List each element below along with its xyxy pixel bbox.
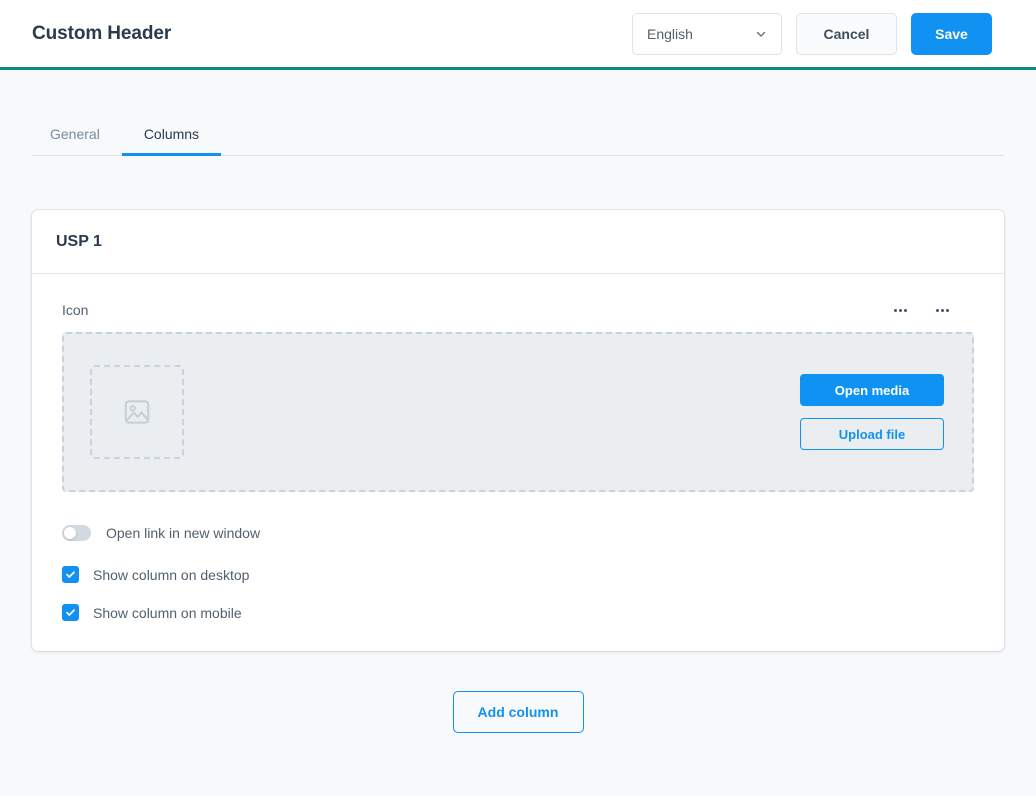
page-title: Custom Header (32, 22, 172, 44)
app-header: Custom Header English Cancel Save (0, 0, 1036, 70)
media-dropzone[interactable]: Open media Upload file (62, 332, 974, 492)
dot (893, 308, 897, 312)
open-link-new-window-toggle[interactable] (62, 525, 91, 541)
toggle-knob (64, 527, 76, 539)
tab-general[interactable]: General (32, 126, 122, 155)
icon-field-row: Icon (62, 300, 974, 320)
show-on-mobile-checkbox[interactable] (62, 604, 79, 621)
upload-file-button[interactable]: Upload file (800, 418, 944, 450)
language-select-value: English (647, 25, 693, 42)
media-actions: Open media Upload file (800, 374, 944, 450)
show-on-desktop-label: Show column on desktop (93, 566, 250, 583)
cancel-button[interactable]: Cancel (796, 12, 897, 55)
row-menu-group (890, 300, 974, 320)
column-card-title: USP 1 (56, 232, 102, 250)
context-menu-icon[interactable] (932, 300, 952, 320)
open-link-new-window-label: Open link in new window (106, 525, 261, 541)
tab-bar: General Columns (32, 104, 1004, 156)
add-column-button[interactable]: Add column (452, 691, 584, 733)
show-on-mobile-row: Show column on mobile (62, 604, 974, 621)
check-icon (66, 571, 75, 578)
show-on-desktop-checkbox[interactable] (62, 566, 79, 583)
media-thumbnail-placeholder (90, 365, 184, 459)
dot (940, 308, 944, 312)
language-select[interactable]: English (632, 12, 782, 55)
open-media-button[interactable]: Open media (800, 374, 944, 406)
dot (903, 308, 907, 312)
main-content: General Columns USP 1 Icon Open media Up… (0, 104, 1036, 733)
tab-columns[interactable]: Columns (121, 126, 222, 156)
dot (898, 308, 902, 312)
column-card: USP 1 Icon Open media Upload file Open l… (32, 210, 1004, 651)
header-actions: English Cancel Save (632, 12, 992, 55)
save-button[interactable]: Save (911, 12, 992, 55)
image-icon (124, 400, 150, 424)
column-card-body: Icon Open media Upload file Open link in… (32, 274, 1004, 651)
dot (935, 308, 939, 312)
icon-field-label: Icon (62, 302, 89, 318)
dot (945, 308, 949, 312)
column-card-header: USP 1 (32, 210, 1004, 274)
check-icon (66, 609, 75, 616)
open-link-new-window-row: Open link in new window (62, 525, 974, 541)
more-options-icon[interactable] (890, 300, 910, 320)
footer-actions: Add column (32, 691, 1004, 733)
show-on-desktop-row: Show column on desktop (62, 566, 974, 583)
chevron-down-icon (756, 31, 766, 37)
show-on-mobile-label: Show column on mobile (93, 604, 242, 621)
